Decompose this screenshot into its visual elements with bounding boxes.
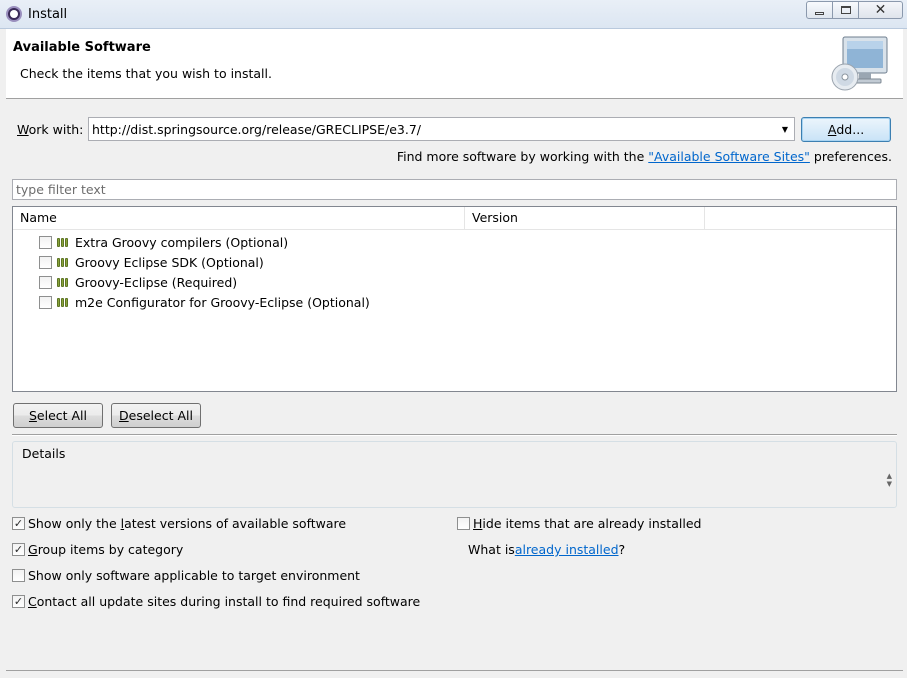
option-hide-installed[interactable]: Hide items that are already installed bbox=[457, 516, 701, 531]
feature-category-icon bbox=[57, 258, 68, 267]
close-button[interactable]: ✕ bbox=[858, 1, 903, 19]
header-banner: Available Software Check the items that … bbox=[6, 29, 903, 99]
details-group: Details ▲ ▼ bbox=[12, 441, 897, 508]
tree-row[interactable]: Groovy Eclipse SDK (Optional) bbox=[13, 252, 896, 272]
option-contact-update-sites[interactable]: ✓ Contact all update sites during instal… bbox=[12, 594, 420, 609]
hide-installed-checkbox[interactable] bbox=[457, 517, 470, 530]
item-label: Groovy-Eclipse (Required) bbox=[75, 274, 238, 290]
tree-row[interactable]: Extra Groovy compilers (Optional) bbox=[13, 232, 896, 252]
tree-row[interactable]: Groovy-Eclipse (Required) bbox=[13, 272, 896, 292]
item-checkbox[interactable] bbox=[39, 275, 52, 289]
hide-installed-label: Hide items that are already installed bbox=[473, 516, 702, 531]
tree-row[interactable]: m2e Configurator for Groovy-Eclipse (Opt… bbox=[13, 292, 896, 312]
column-header-empty bbox=[705, 207, 896, 230]
tree-header: Name Version bbox=[13, 207, 896, 230]
item-checkbox[interactable] bbox=[39, 255, 52, 269]
group-by-category-checkbox[interactable]: ✓ bbox=[12, 543, 25, 556]
work-with-value: http://dist.springsource.org/release/GRE… bbox=[92, 121, 422, 137]
close-icon: ✕ bbox=[874, 2, 887, 18]
work-with-label: Work with: bbox=[17, 122, 84, 137]
already-installed-link[interactable]: already installed bbox=[515, 542, 619, 557]
minimize-icon bbox=[815, 11, 824, 15]
item-label: Extra Groovy compilers (Optional) bbox=[75, 234, 289, 250]
available-software-sites-link[interactable]: "Available Software Sites" bbox=[648, 149, 810, 164]
details-label: Details bbox=[21, 446, 67, 461]
page-title: Available Software bbox=[13, 40, 151, 55]
chevron-down-icon[interactable]: ▼ bbox=[776, 118, 794, 140]
window-title: Install bbox=[28, 7, 68, 22]
software-tree: Name Version Extra Groovy compilers (Opt… bbox=[12, 206, 897, 392]
option-latest-versions[interactable]: ✓ Show only the latest versions of avail… bbox=[12, 516, 346, 531]
latest-versions-label: Show only the latest versions of availab… bbox=[28, 516, 347, 531]
item-checkbox[interactable] bbox=[39, 235, 52, 249]
feature-category-icon bbox=[57, 238, 68, 247]
eclipse-app-icon bbox=[6, 6, 22, 22]
select-all-button[interactable]: Select All bbox=[13, 403, 103, 428]
target-environment-label: Show only software applicable to target … bbox=[28, 568, 360, 583]
column-header-name[interactable]: Name bbox=[13, 207, 465, 230]
feature-category-icon bbox=[57, 278, 68, 287]
maximize-icon bbox=[840, 6, 851, 14]
maximize-button[interactable] bbox=[832, 1, 859, 19]
feature-category-icon bbox=[57, 298, 68, 307]
scroll-up-icon[interactable]: ▲ bbox=[887, 472, 892, 480]
scroll-down-icon[interactable]: ▼ bbox=[887, 480, 892, 488]
deselect-all-button[interactable]: Deselect All bbox=[111, 403, 201, 428]
title-bar: Install ✕ bbox=[0, 0, 907, 29]
details-scrollbar[interactable]: ▲ ▼ bbox=[887, 472, 892, 488]
filter-input[interactable]: type filter text bbox=[12, 179, 897, 200]
add-site-button[interactable]: Add... bbox=[801, 117, 891, 142]
item-label: m2e Configurator for Groovy-Eclipse (Opt… bbox=[75, 294, 370, 310]
work-with-combo[interactable]: http://dist.springsource.org/release/GRE… bbox=[88, 117, 795, 141]
item-checkbox[interactable] bbox=[39, 295, 52, 309]
bottom-divider bbox=[6, 670, 903, 671]
minimize-button[interactable] bbox=[806, 1, 833, 19]
latest-versions-checkbox[interactable]: ✓ bbox=[12, 517, 25, 530]
divider bbox=[12, 434, 897, 436]
contact-update-sites-label: Contact all update sites during install … bbox=[28, 594, 421, 609]
item-label: Groovy Eclipse SDK (Optional) bbox=[75, 254, 264, 270]
option-group-by-category[interactable]: ✓ Group items by category bbox=[12, 542, 183, 557]
window-controls: ✕ bbox=[806, 1, 903, 19]
target-environment-checkbox[interactable] bbox=[12, 569, 25, 582]
page-description: Check the items that you wish to install… bbox=[20, 66, 272, 81]
contact-update-sites-checkbox[interactable]: ✓ bbox=[12, 595, 25, 608]
option-target-environment[interactable]: Show only software applicable to target … bbox=[12, 568, 360, 583]
group-by-category-label: Group items by category bbox=[28, 542, 184, 557]
install-monitor-icon bbox=[831, 36, 888, 91]
find-more-text: Find more software by working with the "… bbox=[396, 149, 892, 164]
what-is-installed-text: What is already installed? bbox=[468, 542, 626, 557]
column-header-version[interactable]: Version bbox=[465, 207, 705, 230]
